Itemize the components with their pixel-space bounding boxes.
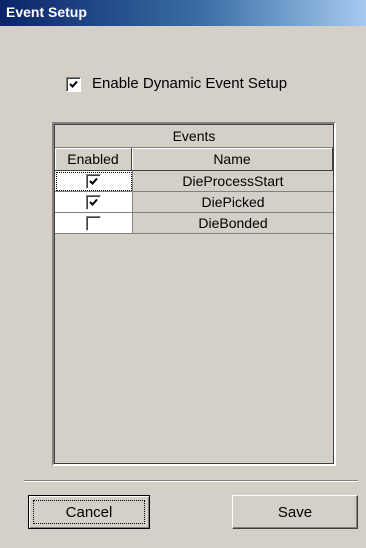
save-button-label: Save [277, 504, 313, 521]
column-header-name[interactable]: Name [132, 148, 333, 171]
enabled-cell[interactable] [55, 192, 133, 213]
row-enabled-checkbox[interactable] [86, 174, 101, 189]
event-name-cell[interactable]: DieProcessStart [133, 171, 333, 192]
enabled-cell[interactable] [55, 213, 133, 234]
table-row[interactable]: DiePicked [55, 192, 333, 213]
table-row[interactable]: DieProcessStart [55, 171, 333, 192]
focus-rectangle [33, 500, 145, 524]
event-name-cell[interactable]: DieBonded [133, 213, 333, 234]
checkmark-icon [69, 80, 78, 88]
event-name-cell[interactable]: DiePicked [133, 192, 333, 213]
save-button[interactable]: Save [232, 495, 358, 529]
window-title: Event Setup [6, 4, 87, 20]
enable-dynamic-label: Enable Dynamic Event Setup [92, 75, 288, 92]
checkmark-icon [89, 198, 98, 206]
checkmark-icon [89, 177, 98, 185]
column-header-enabled[interactable]: Enabled [55, 148, 132, 171]
title-bar: Event Setup [0, 0, 366, 26]
button-divider [24, 480, 358, 482]
row-enabled-checkbox[interactable] [86, 195, 101, 210]
cancel-button[interactable]: Cancel [28, 495, 150, 529]
events-grid[interactable]: Events Enabled Name DieProcessStart DieP… [52, 122, 336, 466]
events-grid-frame: Events Enabled Name DieProcessStart DieP… [54, 124, 334, 464]
events-band-header: Events [55, 125, 333, 148]
row-enabled-checkbox[interactable] [86, 216, 101, 231]
table-row[interactable]: DieBonded [55, 213, 333, 234]
enabled-cell[interactable] [55, 171, 133, 192]
enable-dynamic-checkbox[interactable] [66, 77, 81, 92]
event-setup-window: Event Setup Enable Dynamic Event Setup E… [0, 0, 366, 548]
